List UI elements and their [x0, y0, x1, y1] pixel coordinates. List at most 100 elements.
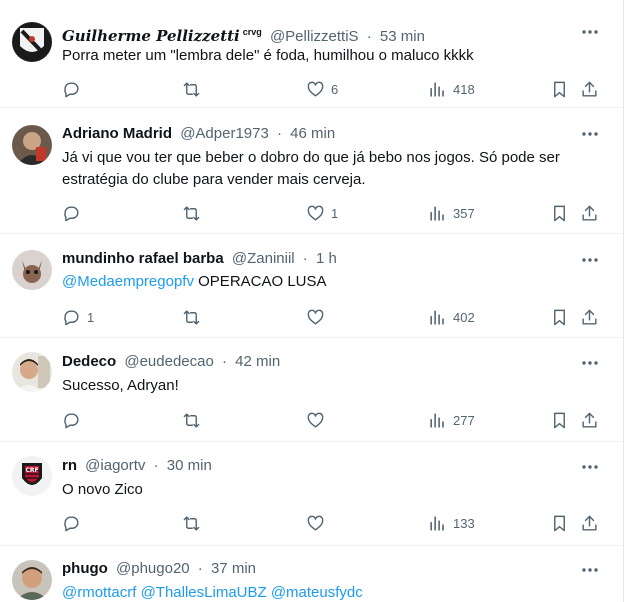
tweet[interactable]: mundinho rafael barba @Zaniniil · 1 h @M…	[0, 234, 623, 338]
like-button[interactable]: 1	[306, 202, 338, 224]
views-button[interactable]: 402	[428, 306, 475, 328]
like-button[interactable]: 6	[306, 78, 338, 100]
bookmark-button[interactable]	[550, 202, 569, 224]
views-button[interactable]: 418	[428, 78, 475, 100]
more-icon[interactable]	[580, 124, 600, 144]
avatar[interactable]	[12, 22, 52, 62]
tweet-actions: 1 402	[62, 306, 602, 328]
views-count: 402	[453, 309, 475, 325]
user-handle[interactable]: @Adper1973	[180, 125, 269, 142]
mention-link[interactable]: @rmottacrf @ThallesLimaUBZ @mateusfydc	[62, 584, 363, 601]
avatar[interactable]: CRF	[12, 456, 52, 496]
retweet-icon	[183, 515, 200, 531]
bookmark-button[interactable]	[550, 512, 569, 534]
bookmark-icon	[554, 515, 565, 531]
share-button[interactable]	[580, 202, 599, 224]
share-icon	[582, 412, 597, 428]
tweet-text: O novo Zico	[62, 481, 143, 498]
more-icon[interactable]	[580, 22, 600, 42]
share-icon	[582, 515, 597, 531]
views-button[interactable]: 133	[428, 512, 475, 534]
views-count: 357	[453, 205, 475, 221]
bookmark-icon	[554, 412, 565, 428]
views-button[interactable]: 357	[428, 202, 475, 224]
retweet-button[interactable]	[182, 512, 207, 534]
timestamp[interactable]: 1 h	[316, 250, 337, 267]
reply-button[interactable]	[62, 409, 87, 431]
separator-dot: ·	[366, 28, 372, 45]
like-count: 1	[331, 205, 339, 221]
tweet[interactable]: Dedeco @eudedecao · 42 min Sucesso, Adry…	[0, 338, 623, 442]
share-button[interactable]	[580, 78, 599, 100]
reply-button[interactable]: 1	[62, 306, 94, 328]
display-name[interactable]: Dedeco	[62, 353, 116, 370]
bookmark-icon	[554, 309, 565, 325]
views-icon	[430, 205, 444, 221]
reply-button[interactable]	[62, 78, 87, 100]
avatar[interactable]	[12, 560, 52, 600]
display-name[interactable]: rn	[62, 457, 77, 474]
separator-dot: ·	[197, 560, 203, 577]
views-count: 133	[453, 515, 475, 531]
reply-count: 1	[87, 309, 95, 325]
user-handle[interactable]: @phugo20	[116, 560, 190, 577]
avatar[interactable]	[12, 125, 52, 165]
avatar[interactable]	[12, 352, 52, 392]
separator-dot: ·	[302, 250, 308, 267]
share-icon	[582, 205, 597, 221]
tweet-body: OPERACAO LUSA	[193, 273, 327, 290]
retweet-button[interactable]	[182, 306, 207, 328]
bookmark-button[interactable]	[550, 78, 569, 100]
user-handle[interactable]: @eudedecao	[124, 353, 213, 370]
reply-icon	[64, 515, 79, 531]
display-name[interactable]: Adriano Madrid	[62, 125, 172, 142]
more-icon[interactable]	[580, 457, 600, 477]
tweet-header: phugo @phugo20 · 37 min	[62, 558, 256, 580]
user-handle[interactable]: @Zaniniil	[232, 250, 295, 267]
timestamp[interactable]: 42 min	[235, 353, 280, 370]
display-name[interactable]: phugo	[62, 560, 108, 577]
timestamp[interactable]: 53 min	[380, 28, 425, 45]
like-button[interactable]	[306, 512, 331, 534]
separator-dot: ·	[153, 457, 159, 474]
timestamp[interactable]: 46 min	[290, 125, 335, 142]
views-button[interactable]: 277	[428, 409, 475, 431]
share-button[interactable]	[580, 512, 599, 534]
avatar[interactable]	[12, 250, 52, 290]
user-handle[interactable]: @PellizzettiS	[270, 28, 359, 45]
like-button[interactable]	[306, 409, 331, 431]
like-count: 6	[331, 81, 339, 97]
more-icon[interactable]	[580, 250, 600, 270]
reply-button[interactable]	[62, 202, 87, 224]
tweet-text: Porra meter um "lembra dele" é foda, hum…	[62, 47, 474, 64]
reply-icon	[64, 205, 79, 221]
timestamp[interactable]: 37 min	[211, 560, 256, 577]
bookmark-button[interactable]	[550, 409, 569, 431]
more-icon[interactable]	[580, 560, 600, 580]
bookmark-button[interactable]	[550, 306, 569, 328]
like-icon	[307, 412, 324, 428]
views-icon	[430, 309, 444, 325]
timestamp[interactable]: 30 min	[167, 457, 212, 474]
tweet[interactable]: phugo @phugo20 · 37 min @rmottacrf @Thal…	[0, 546, 623, 602]
retweet-button[interactable]	[182, 78, 207, 100]
tweet-header: mundinho rafael barba @Zaniniil · 1 h	[62, 248, 337, 270]
tweet[interactable]: Adriano Madrid @Adper1973 · 46 min Já vi…	[0, 108, 623, 234]
share-button[interactable]	[580, 306, 599, 328]
tweet[interactable]: CRF rn @iagortv · 30 min O novo Zico 133	[0, 442, 623, 546]
display-name[interactable]: mundinho rafael barba	[62, 250, 224, 267]
retweet-icon	[183, 309, 200, 325]
like-button[interactable]	[306, 306, 331, 328]
like-icon	[307, 81, 324, 97]
display-name[interactable]: Guilherme Pellizzetti	[62, 27, 240, 45]
more-icon[interactable]	[580, 353, 600, 373]
reply-button[interactable]	[62, 512, 87, 534]
retweet-button[interactable]	[182, 202, 207, 224]
share-button[interactable]	[580, 409, 599, 431]
user-handle[interactable]: @iagortv	[85, 457, 145, 474]
mention-link[interactable]: @Medaempregopfv	[62, 273, 194, 290]
tweet[interactable]: Guilherme Pellizzetti crvg @PellizzettiS …	[0, 0, 623, 108]
retweet-button[interactable]	[182, 409, 207, 431]
separator-dot: ·	[276, 125, 282, 142]
retweet-icon	[183, 412, 200, 428]
